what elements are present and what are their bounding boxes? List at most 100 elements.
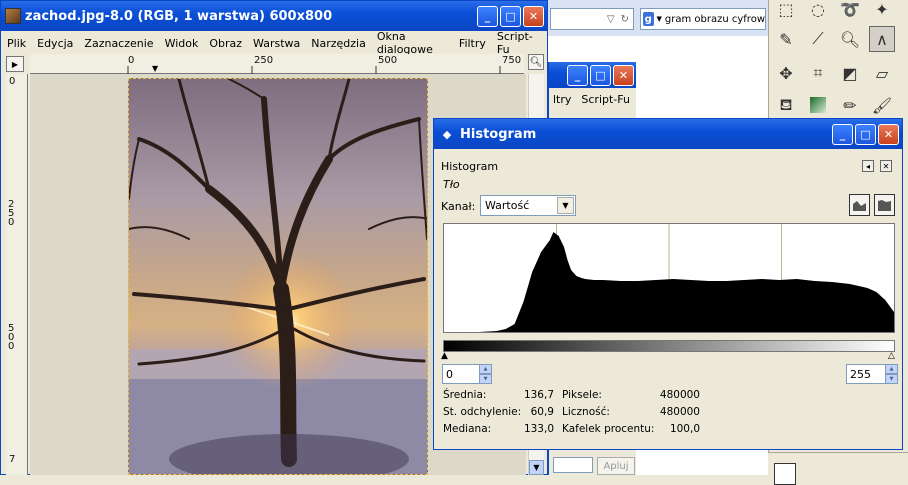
refresh-icon[interactable]: ↻ <box>621 14 629 25</box>
background-dialog-menubar: ltry Script-Fu <box>549 88 636 111</box>
crop-icon[interactable]: ⌗ <box>805 60 831 86</box>
zoom-icon[interactable]: 🔍︎ <box>837 26 863 52</box>
menu-select[interactable]: Zaznaczenie <box>84 37 153 50</box>
spin-down-icon[interactable]: ▼ <box>885 374 898 384</box>
measure-icon[interactable]: ∧ <box>869 26 895 52</box>
log-histogram-icon <box>878 200 891 211</box>
maximize-button[interactable]: □ <box>590 64 611 86</box>
fuzzy-select-icon[interactable]: ✦ <box>869 0 895 22</box>
move-icon[interactable]: ✥ <box>773 60 799 86</box>
quick-mask-toggle-button[interactable]: ▶ <box>6 56 24 72</box>
menu-file[interactable]: Plik <box>7 37 26 50</box>
menu-view[interactable]: Widok <box>165 37 199 50</box>
menu-dialogs[interactable]: Okna dialogowe <box>377 30 448 56</box>
dock-menu-icon[interactable]: ◂ <box>862 160 874 172</box>
bucket-fill-icon[interactable]: ⛾ <box>773 92 799 118</box>
pixels-value: 480000 <box>659 389 700 401</box>
menu-edit[interactable]: Edycja <box>37 37 73 50</box>
shear-icon[interactable]: ▱ <box>869 60 895 86</box>
path-tool-icon[interactable]: ✎ <box>773 26 799 52</box>
address-bar[interactable]: ▽ ↻ <box>550 8 634 30</box>
value-gradient-bar[interactable] <box>443 340 895 352</box>
close-button[interactable]: ✕ <box>523 5 544 27</box>
ruler-tick-label: 7 <box>9 454 16 465</box>
gradient-icon[interactable] <box>805 92 831 118</box>
range-max-spinner[interactable]: 255 ▲ ▼ <box>846 364 898 384</box>
minimize-button[interactable]: _ <box>477 5 498 27</box>
layer-name: Tło <box>443 178 460 191</box>
channel-value: Wartość <box>485 199 530 212</box>
image-menubar: Plik Edycja Zaznaczenie Widok Obraz Wars… <box>1 30 547 56</box>
histogram-header: Histogram <box>441 160 499 173</box>
color-picker-icon[interactable]: ⟋ <box>805 26 831 52</box>
range-min-value[interactable]: 0 <box>446 368 453 381</box>
spinner-arrows[interactable]: ▲ ▼ <box>885 364 898 384</box>
dropdown-arrow-icon[interactable]: ▽ <box>607 14 615 25</box>
search-text[interactable]: gram obrazu cyfrow <box>665 14 765 25</box>
close-button[interactable]: ✕ <box>878 123 899 145</box>
close-button[interactable]: ✕ <box>613 64 634 86</box>
search-box[interactable]: g ▼ gram obrazu cyfrow <box>640 8 766 30</box>
spin-up-icon[interactable]: ▲ <box>479 364 492 374</box>
free-select-icon[interactable]: ➰ <box>837 0 863 22</box>
dock-close-icon[interactable]: ✕ <box>880 160 892 172</box>
maximize-button[interactable]: □ <box>500 5 521 27</box>
median-label: Mediana: <box>443 423 492 435</box>
log-scale-button[interactable] <box>874 194 895 216</box>
histogram-dialog: ◆ Histogram _ □ ✕ Histogram Tło ◂ ✕ Kana… <box>433 118 903 450</box>
channel-label: Kanał: <box>441 200 476 213</box>
menu-tools[interactable]: Narzędzia <box>311 37 366 50</box>
text-field[interactable] <box>553 457 593 473</box>
scroll-down-icon[interactable]: ▼ <box>529 460 544 475</box>
pencil-icon[interactable]: ✏ <box>837 92 863 118</box>
spin-down-icon[interactable]: ▼ <box>479 374 492 384</box>
percentile-value: 100,0 <box>669 423 700 435</box>
histogram-plot[interactable] <box>443 223 895 333</box>
menu-item-script-fu[interactable]: Script-Fu <box>581 93 630 106</box>
linear-histogram-icon <box>853 201 866 211</box>
ruler-tick-label: 250 <box>8 199 15 228</box>
rotate-icon[interactable]: ◩ <box>837 60 863 86</box>
histogram-titlebar[interactable]: ◆ Histogram _ □ ✕ <box>434 119 902 149</box>
ellipse-select-icon[interactable]: ◌ <box>805 0 831 22</box>
range-max-value[interactable]: 255 <box>850 368 871 381</box>
minimize-button[interactable]: _ <box>832 123 853 145</box>
range-max-handle-icon[interactable]: △ <box>888 351 895 361</box>
spin-up-icon[interactable]: ▲ <box>885 364 898 374</box>
pixels-label: Piksele: <box>562 389 602 401</box>
mean-value: 136,7 <box>523 389 554 401</box>
histogram-window-title: Histogram <box>460 126 537 142</box>
rect-select-icon[interactable]: ⬚ <box>773 0 799 22</box>
background-dialog-titlebar[interactable]: _ □ ✕ <box>549 62 636 88</box>
range-min-handle-icon[interactable]: ▲ <box>441 351 448 361</box>
zoom-image-button[interactable]: 🔍︎ <box>528 54 544 70</box>
mean-label: Średnia: <box>443 389 487 401</box>
median-value: 133,0 <box>523 423 554 435</box>
chevron-down-icon[interactable]: ▼ <box>657 15 662 23</box>
linear-scale-button[interactable] <box>849 194 870 216</box>
chevron-down-icon[interactable]: ▼ <box>557 197 574 214</box>
foreground-color-swatch[interactable] <box>774 463 796 485</box>
menu-item-filters[interactable]: ltry <box>553 93 571 106</box>
menu-filters[interactable]: Filtry <box>459 37 486 50</box>
std-value: 60,9 <box>530 406 554 418</box>
spinner-arrows[interactable]: ▲ ▼ <box>479 364 492 384</box>
menu-image[interactable]: Obraz <box>209 37 242 50</box>
google-logo-icon[interactable]: g <box>643 12 654 26</box>
menu-script-fu[interactable]: Script-Fu <box>497 30 536 56</box>
menu-layer[interactable]: Warstwa <box>253 37 300 50</box>
paintbrush-icon[interactable]: 🖌︎ <box>869 92 895 118</box>
maximize-button[interactable]: □ <box>855 123 876 145</box>
apply-button[interactable]: Apluj <box>597 457 635 475</box>
ruler-ticks <box>127 66 501 74</box>
image-window-title: zachod.jpg-8.0 (RGB, 1 warstwa) 600x800 <box>25 8 333 24</box>
vertical-ruler[interactable]: 0 250 500 7 <box>6 74 28 475</box>
std-label: St. odchylenie: <box>443 406 522 418</box>
channel-select[interactable]: Wartość ▼ <box>480 195 576 216</box>
ruler-tick-label: 500 <box>8 323 15 352</box>
minimize-button[interactable]: _ <box>567 64 588 86</box>
horizontal-ruler[interactable]: 0 250 500 750 ▼ <box>30 54 524 74</box>
image-window-titlebar[interactable]: zachod.jpg-8.0 (RGB, 1 warstwa) 600x800 … <box>1 1 547 31</box>
range-min-spinner[interactable]: 0 ▲ ▼ <box>442 364 492 384</box>
tree-sunset-photo[interactable] <box>128 78 428 475</box>
